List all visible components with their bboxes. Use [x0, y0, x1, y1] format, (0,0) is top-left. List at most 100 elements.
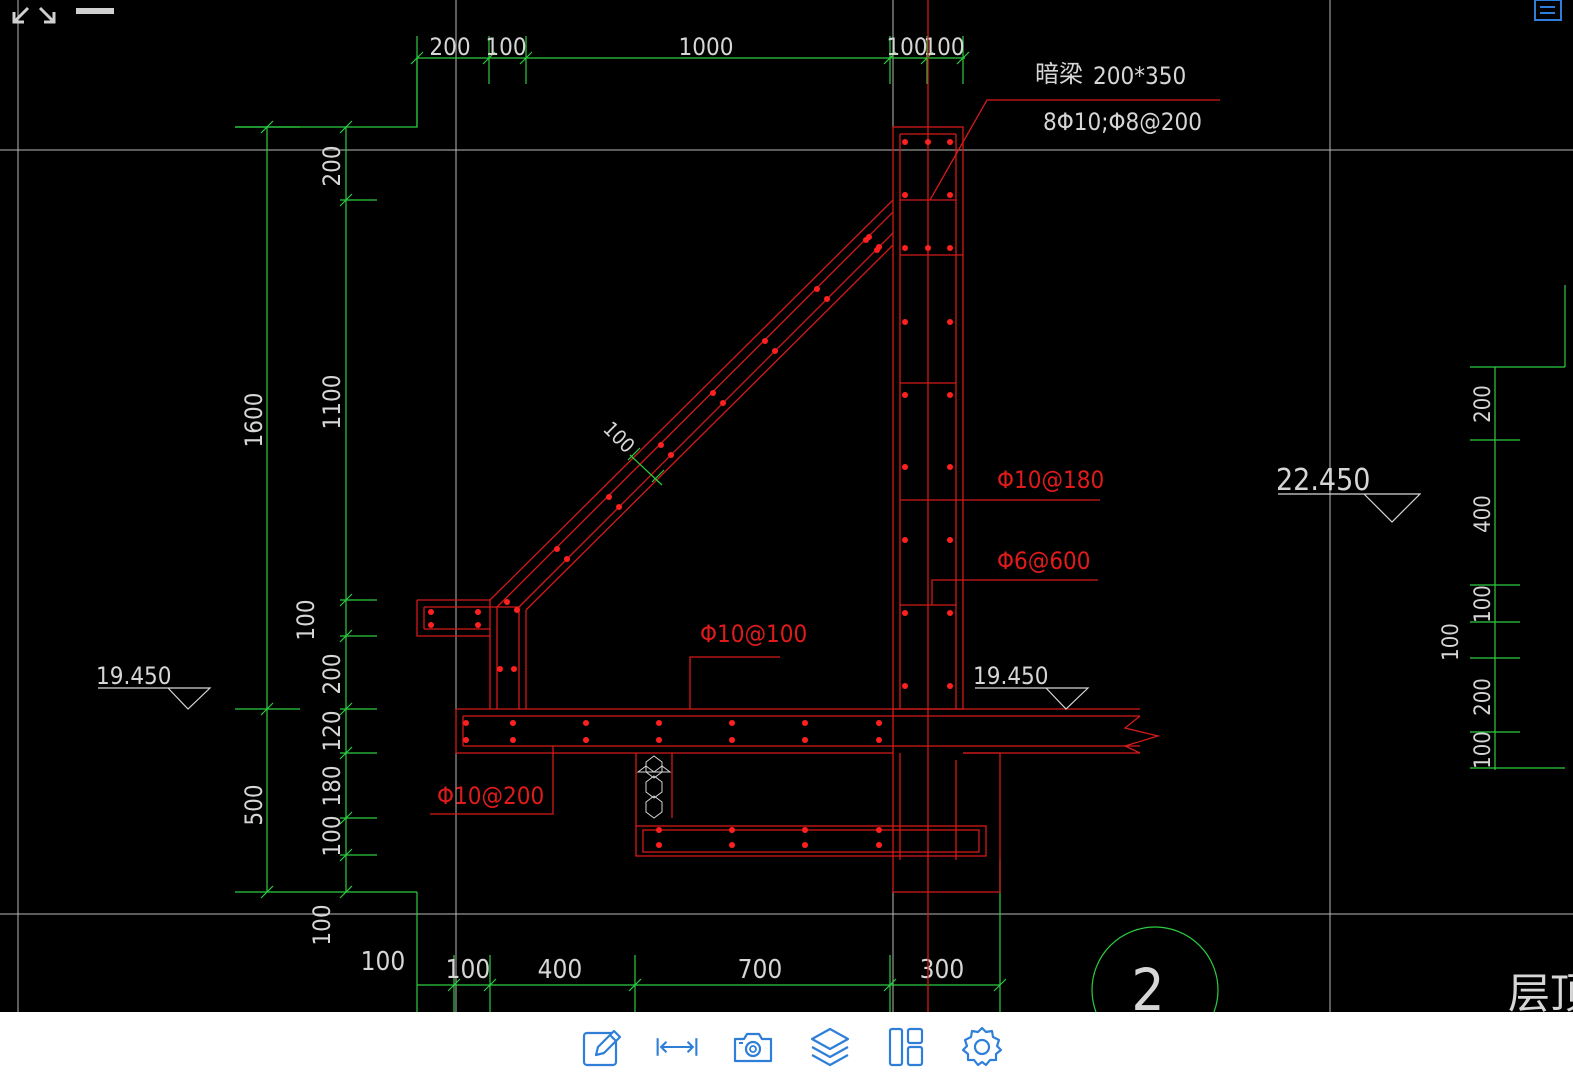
arrows-expand-icon[interactable]	[12, 6, 56, 24]
beam-size: 200*350	[1093, 62, 1186, 90]
rebar-dot	[802, 720, 808, 726]
rebar-dot	[925, 139, 931, 145]
bottom-dim-4: 300	[920, 955, 965, 985]
rebar-dot	[497, 666, 503, 672]
rebar-dot	[874, 247, 880, 253]
bottom-toolbar	[0, 1012, 1573, 1080]
callout-2: Φ10@100	[700, 620, 807, 648]
left-inner-dim-4: 120	[318, 710, 346, 751]
rebar-dot	[902, 392, 908, 398]
rebar-dot	[902, 464, 908, 470]
rebar-dot	[510, 720, 516, 726]
beam-label: 暗梁	[1035, 60, 1083, 88]
rebar-dot	[564, 556, 570, 562]
rebar-dot	[710, 390, 716, 396]
top-dim-0: 200	[429, 33, 470, 61]
rebar-dot	[428, 609, 434, 615]
rebar-dot	[902, 139, 908, 145]
annotate-button[interactable]	[577, 1022, 627, 1072]
rebar-dot	[876, 842, 882, 848]
slope-dim-label: 100	[598, 417, 639, 458]
right-dim-1: 400	[1471, 495, 1496, 533]
rebar-dot	[902, 683, 908, 689]
minimize-bar-icon[interactable]	[76, 8, 114, 14]
left-inner-dim-2: 100	[292, 599, 320, 640]
measure-button[interactable]	[652, 1022, 702, 1072]
rebar-dot	[947, 392, 953, 398]
cad-viewport[interactable]: 200 100 1000 100 100 1600 500 200 1100 1…	[0, 0, 1573, 1012]
rebar-dot	[947, 683, 953, 689]
right-dim-4: 200	[1471, 678, 1496, 716]
beam-rebar: 8Φ10;Φ8@200	[1043, 108, 1202, 136]
rebar-dot	[947, 464, 953, 470]
rebar-dot	[902, 319, 908, 325]
partial-title: 层顶	[1508, 969, 1573, 1012]
left-inner-dim-5: 180	[318, 765, 346, 806]
window-controls	[8, 2, 118, 26]
layout-panels-icon	[888, 1027, 924, 1067]
rebar-dots	[428, 139, 953, 848]
rebar-dot	[802, 737, 808, 743]
rebar-dot	[656, 737, 662, 743]
rebar-dot	[902, 610, 908, 616]
left-inner-dim-0: 200	[318, 145, 346, 186]
top-dim-2: 1000	[679, 33, 734, 61]
rebar-dot	[902, 537, 908, 543]
rebar-dot	[729, 737, 735, 743]
callout-0: Φ10@180	[997, 466, 1104, 494]
cad-drawing: 200 100 1000 100 100 1600 500 200 1100 1…	[0, 0, 1573, 1012]
bottom-dim-0: 100	[361, 947, 406, 977]
elevation-mid: 19.450	[973, 662, 1049, 690]
rebar-dot	[802, 842, 808, 848]
bottom-dimension-chain	[417, 860, 1007, 1012]
rebar-dot	[510, 737, 516, 743]
bottom-dim-1: 100	[446, 955, 491, 985]
rebar-dot	[947, 319, 953, 325]
rebar-dot	[475, 609, 481, 615]
rebar-dot	[814, 286, 820, 292]
gear-icon	[961, 1026, 1003, 1067]
rebar-dot	[668, 452, 674, 458]
rebar-dot	[947, 192, 953, 198]
screenshot-button[interactable]	[728, 1022, 778, 1072]
right-dim-0: 200	[1471, 385, 1496, 423]
rebar-dot	[772, 348, 778, 354]
rebar-dot	[762, 338, 768, 344]
rebar-dot	[824, 296, 830, 302]
rebar-dot	[514, 607, 520, 613]
pencil-edit-icon	[582, 1029, 622, 1067]
grid-lines	[0, 0, 1573, 1012]
settings-button[interactable]	[957, 1022, 1007, 1072]
rebar-dot	[583, 737, 589, 743]
layers-icon	[810, 1027, 850, 1067]
rebar-dot	[606, 494, 612, 500]
rebar-dot	[463, 720, 469, 726]
rebar-dot	[947, 139, 953, 145]
rebar-dot	[511, 666, 517, 672]
concrete-outline	[416, 0, 1220, 1012]
layout-button[interactable]	[881, 1022, 931, 1072]
rebar-dot	[729, 720, 735, 726]
rebar-dot	[656, 720, 662, 726]
rebar-dot	[947, 245, 953, 251]
insulation-hatch	[636, 755, 672, 819]
rebar-dot	[802, 827, 808, 833]
menu-list-icon[interactable]	[1533, 0, 1563, 22]
left-dimension-chains	[235, 120, 418, 1012]
right-dim-5: 100	[1471, 731, 1496, 769]
rebar-dot	[876, 827, 882, 833]
rebar-dot	[616, 504, 622, 510]
grid-bubble-label: 2	[1131, 956, 1164, 1012]
rebar-dot	[876, 737, 882, 743]
top-dim-3: 100	[886, 33, 927, 61]
rebar-dot	[504, 599, 510, 605]
right-dim-3: 100	[1439, 623, 1464, 661]
rebar-dot	[902, 245, 908, 251]
left-outer-dim-1: 500	[240, 784, 268, 825]
layers-button[interactable]	[805, 1022, 855, 1072]
callout-1: Φ6@600	[997, 547, 1091, 575]
top-dimension-chain	[235, 36, 970, 128]
rebar-dot	[729, 827, 735, 833]
left-inner-dim-3: 200	[318, 653, 346, 694]
rebar-dot	[583, 720, 589, 726]
